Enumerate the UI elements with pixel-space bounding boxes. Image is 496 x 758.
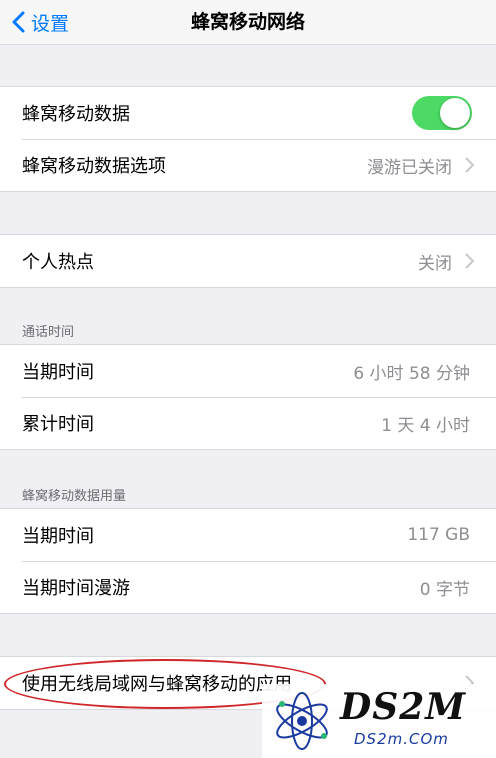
usage-roaming-label: 当期时间漫游 bbox=[22, 578, 130, 599]
call-current-value: 6 小时 58 分钟 bbox=[353, 363, 470, 384]
usage-roaming-value: 0 字节 bbox=[419, 579, 470, 600]
hotspot-group: 个人热点 关闭 bbox=[0, 234, 496, 288]
data-usage-header: 蜂窝移动数据用量 bbox=[22, 489, 127, 504]
chevron-right-icon bbox=[465, 157, 474, 173]
usage-current-value: 117 GB bbox=[407, 525, 470, 545]
hotspot-label: 个人热点 bbox=[22, 252, 94, 273]
toggle-knob bbox=[440, 98, 470, 128]
page-title: 蜂窝移动网络 bbox=[190, 11, 305, 33]
watermark-main: DS2M bbox=[340, 686, 467, 728]
call-time-header: 通话时间 bbox=[22, 325, 75, 340]
call-current-label: 当期时间 bbox=[22, 362, 94, 383]
usage-current-label: 当期时间 bbox=[22, 526, 94, 547]
watermark-sub: DS2m.COm bbox=[354, 730, 449, 748]
call-time-group: 当期时间 6 小时 58 分钟 累计时间 1 天 4 小时 bbox=[0, 344, 496, 450]
wlan-apps-label: 使用无线局域网与蜂窝移动的应用 bbox=[22, 674, 292, 695]
cellular-options-label: 蜂窝移动数据选项 bbox=[22, 156, 166, 177]
atom-logo-icon bbox=[276, 692, 328, 750]
hotspot-row[interactable]: 个人热点 关闭 bbox=[0, 235, 496, 287]
call-lifetime-value: 1 天 4 小时 bbox=[381, 415, 470, 436]
chevron-right-icon bbox=[465, 253, 474, 269]
hotspot-value: 关闭 bbox=[418, 253, 452, 274]
cellular-data-row: 蜂窝移动数据 bbox=[0, 87, 496, 139]
cellular-data-label: 蜂窝移动数据 bbox=[22, 104, 130, 125]
call-time-lifetime-row: 累计时间 1 天 4 小时 bbox=[0, 397, 496, 449]
watermark: DS2M DS2m.COm bbox=[262, 684, 496, 758]
usage-current-row: 当期时间 117 GB bbox=[0, 509, 496, 561]
cellular-options-value: 漫游已关闭 bbox=[367, 157, 452, 178]
usage-roaming-row: 当期时间漫游 0 字节 bbox=[0, 561, 496, 613]
cellular-options-row[interactable]: 蜂窝移动数据选项 漫游已关闭 bbox=[0, 139, 496, 191]
navigation-bar: 设置 蜂窝移动网络 bbox=[0, 0, 496, 45]
call-lifetime-label: 累计时间 bbox=[22, 414, 94, 435]
cellular-group: 蜂窝移动数据 蜂窝移动数据选项 漫游已关闭 bbox=[0, 86, 496, 192]
call-time-current-row: 当期时间 6 小时 58 分钟 bbox=[0, 345, 496, 397]
cellular-data-toggle[interactable] bbox=[412, 96, 472, 130]
data-usage-group: 当期时间 117 GB 当期时间漫游 0 字节 bbox=[0, 508, 496, 614]
